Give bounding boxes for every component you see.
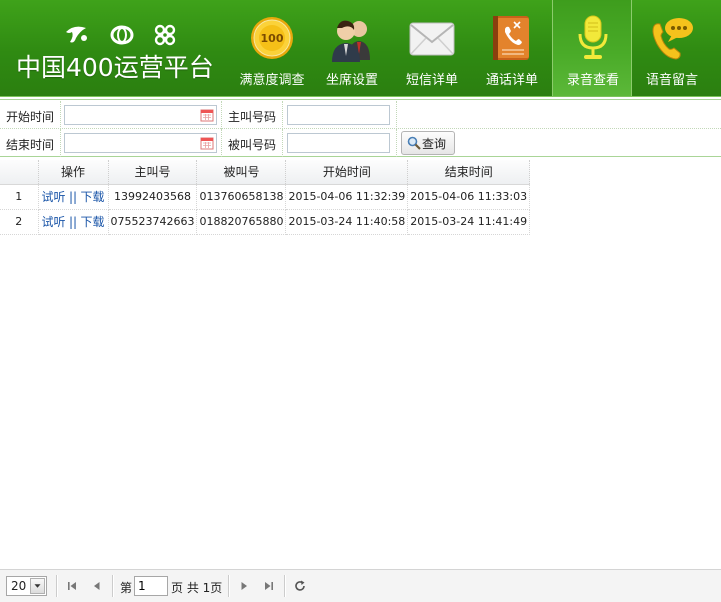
action-separator: || bbox=[68, 215, 78, 229]
page-size-select[interactable]: 20 bbox=[6, 576, 47, 596]
row-number: 1 bbox=[0, 184, 39, 210]
next-page-icon[interactable] bbox=[237, 579, 251, 593]
caller-label: 主叫号码 bbox=[228, 110, 277, 124]
table-row[interactable]: 2 试听 || 下载 075523742663 018820765880 201… bbox=[0, 209, 531, 235]
nav-label: 坐席设置 bbox=[325, 73, 378, 88]
divider bbox=[60, 129, 61, 157]
carrier-logos-icon bbox=[66, 24, 176, 46]
calendar-icon[interactable] bbox=[200, 136, 214, 150]
nav-label: 录音查看 bbox=[566, 73, 619, 88]
phone-book-icon bbox=[493, 16, 529, 60]
end-time-label: 结束时间 bbox=[6, 138, 55, 152]
nav-label: 短信详单 bbox=[405, 73, 458, 88]
callee-cell: 013760658138 bbox=[196, 184, 287, 210]
start-time-cell: 2015-03-24 11:40:58 bbox=[285, 209, 409, 235]
app-title: 中国400运营平台 bbox=[16, 53, 214, 82]
action-separator: || bbox=[68, 190, 78, 204]
divider bbox=[221, 129, 222, 157]
column-header-rownum bbox=[0, 160, 39, 185]
nav-label: 满意度调查 bbox=[239, 73, 305, 88]
callee-label: 被叫号码 bbox=[228, 138, 277, 152]
start-time-cell: 2015-04-06 11:32:39 bbox=[285, 184, 409, 210]
pager-divider bbox=[112, 575, 114, 597]
pager-divider bbox=[228, 575, 230, 597]
recordings-table: 操作 主叫号 被叫号 开始时间 结束时间 1 试听 || 下载 13992403… bbox=[0, 160, 531, 235]
search-form: 开始时间 主叫号码 结束时间 被叫号码 查询 bbox=[0, 99, 721, 157]
header-bar: 中国400运营平台 100 满意度调查 坐席设置 短信详单 通话详单 录音查看 … bbox=[0, 0, 721, 97]
previous-page-icon[interactable] bbox=[90, 579, 104, 593]
search-row-1: 开始时间 主叫号码 bbox=[0, 101, 721, 129]
search-icon bbox=[407, 136, 421, 150]
download-link[interactable]: 下载 bbox=[81, 215, 105, 229]
end-time-cell: 2015-04-06 11:33:03 bbox=[407, 184, 531, 210]
table-header-row: 操作 主叫号 被叫号 开始时间 结束时间 bbox=[0, 160, 531, 185]
row-actions: 试听 || 下载 bbox=[38, 184, 109, 210]
caller-cell: 13992403568 bbox=[108, 184, 198, 210]
page-total-text: 页 共 1页 bbox=[171, 581, 223, 595]
chevron-down-icon bbox=[30, 578, 45, 594]
nav-label: 通话详单 bbox=[485, 73, 538, 88]
nav-sms-details[interactable]: 短信详单 bbox=[392, 0, 472, 96]
refresh-icon[interactable] bbox=[293, 579, 307, 593]
caller-number-input[interactable] bbox=[287, 105, 390, 125]
divider bbox=[221, 101, 222, 129]
callee-number-input[interactable] bbox=[287, 133, 390, 153]
divider bbox=[60, 101, 61, 129]
column-header-end-time[interactable]: 结束时间 bbox=[407, 160, 531, 185]
nav-label: 语音留言 bbox=[645, 73, 698, 88]
table-row[interactable]: 1 试听 || 下载 13992403568 013760658138 2015… bbox=[0, 184, 531, 210]
calendar-icon[interactable] bbox=[200, 108, 214, 122]
column-header-callee[interactable]: 被叫号 bbox=[196, 160, 287, 185]
page-size-value: 20 bbox=[11, 579, 27, 593]
search-row-2: 结束时间 被叫号码 查询 bbox=[0, 129, 721, 157]
pager-divider bbox=[56, 575, 58, 597]
start-time-label: 开始时间 bbox=[6, 110, 55, 124]
nav-voice-message[interactable]: 语音留言 bbox=[632, 0, 712, 96]
first-page-icon[interactable] bbox=[65, 579, 79, 593]
column-header-caller[interactable]: 主叫号 bbox=[108, 160, 198, 185]
callee-cell: 018820765880 bbox=[196, 209, 287, 235]
start-time-input[interactable] bbox=[64, 105, 217, 125]
nav-call-details[interactable]: 通话详单 bbox=[472, 0, 552, 96]
svg-text:100: 100 bbox=[261, 32, 284, 45]
agents-icon bbox=[332, 20, 370, 62]
divider bbox=[396, 129, 397, 157]
listen-link[interactable]: 试听 bbox=[41, 190, 65, 204]
nav-recording-view[interactable]: 录音查看 bbox=[552, 0, 632, 96]
nav-agent-settings[interactable]: 坐席设置 bbox=[312, 0, 392, 96]
caller-cell: 075523742663 bbox=[108, 209, 198, 235]
nav-satisfaction-survey[interactable]: 100 满意度调查 bbox=[232, 0, 312, 96]
app-window: 中国400运营平台 100 满意度调查 坐席设置 短信详单 通话详单 录音查看 … bbox=[0, 0, 721, 602]
divider bbox=[282, 129, 283, 157]
end-time-cell: 2015-03-24 11:41:49 bbox=[407, 209, 531, 235]
pager-divider bbox=[284, 575, 286, 597]
pagination-bar: 20 第 页 共 1页 bbox=[0, 569, 721, 602]
page-prefix: 第 bbox=[120, 581, 133, 595]
end-time-input[interactable] bbox=[64, 133, 217, 153]
column-header-action[interactable]: 操作 bbox=[38, 160, 109, 185]
logo: 中国400运营平台 bbox=[16, 22, 226, 82]
row-number: 2 bbox=[0, 209, 39, 235]
main-nav: 100 满意度调查 坐席设置 短信详单 通话详单 录音查看 语音留言 bbox=[232, 0, 712, 96]
column-header-start-time[interactable]: 开始时间 bbox=[285, 160, 409, 185]
divider bbox=[396, 101, 397, 129]
divider bbox=[282, 101, 283, 129]
last-page-icon[interactable] bbox=[262, 579, 276, 593]
page-number-input[interactable] bbox=[134, 576, 168, 596]
row-actions: 试听 || 下载 bbox=[38, 209, 109, 235]
search-button-label: 查询 bbox=[422, 136, 447, 151]
listen-link[interactable]: 试听 bbox=[41, 215, 65, 229]
envelope-icon bbox=[409, 22, 455, 56]
badge-100-icon: 100 bbox=[251, 17, 293, 59]
download-link[interactable]: 下载 bbox=[81, 190, 105, 204]
microphone-icon bbox=[578, 15, 608, 59]
phone-message-icon bbox=[652, 18, 693, 60]
search-button[interactable]: 查询 bbox=[401, 131, 455, 155]
